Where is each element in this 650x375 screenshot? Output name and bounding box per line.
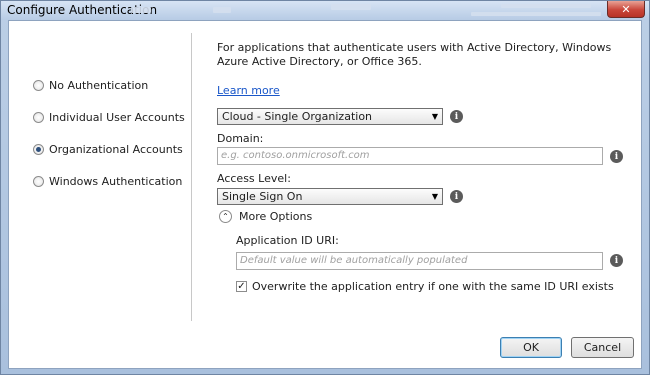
dropdown-value: Cloud - Single Organization [222, 110, 373, 123]
dropdown-arrow-icon: ▼ [431, 112, 438, 121]
info-icon[interactable]: i [450, 110, 463, 123]
close-icon: ✕ [621, 2, 631, 16]
radio-label: No Authentication [49, 79, 149, 92]
radio-windows-authentication[interactable]: Windows Authentication [33, 175, 182, 188]
domain-label: Domain: [217, 132, 264, 145]
background-blur [213, 7, 231, 13]
application-id-uri-input[interactable]: Default value will be automatically popu… [236, 252, 603, 270]
radio-label: Individual User Accounts [49, 111, 185, 124]
dropdown-arrow-icon: ▼ [431, 192, 438, 201]
checkmark-icon: ✓ [237, 280, 246, 292]
domain-input[interactable]: e.g. contoso.onmicrosoft.com [217, 147, 603, 165]
background-blur [331, 4, 371, 10]
title-bar[interactable]: Configure Authentication ✕ [1, 1, 649, 20]
ok-button[interactable]: OK [500, 337, 562, 358]
background-blur [131, 7, 151, 13]
access-level-label: Access Level: [217, 172, 291, 185]
cancel-button[interactable]: Cancel [571, 337, 634, 358]
learn-more-link[interactable]: Learn more [217, 84, 280, 97]
radio-label: Windows Authentication [49, 175, 183, 188]
description-text: For applications that authenticate users… [217, 41, 612, 68]
radio-organizational-accounts[interactable]: Organizational Accounts [33, 143, 183, 156]
radio-button[interactable] [33, 176, 44, 187]
dropdown-value: Single Sign On [222, 190, 303, 203]
radio-button[interactable] [33, 80, 44, 91]
radio-individual-user-accounts[interactable]: Individual User Accounts [33, 111, 185, 124]
close-button[interactable]: ✕ [607, 1, 645, 18]
radio-label: Organizational Accounts [49, 143, 183, 156]
dialog-window: Configure Authentication ✕ No Authentica… [0, 0, 650, 375]
info-icon[interactable]: i [610, 254, 623, 267]
background-blur [471, 12, 601, 16]
overwrite-label[interactable]: Overwrite the application entry if one w… [252, 280, 614, 293]
application-id-uri-label: Application ID URI: [236, 234, 339, 247]
auth-type-list: No Authentication Individual User Accoun… [9, 21, 189, 368]
radio-button-selected[interactable] [33, 144, 44, 155]
dialog-client-area: No Authentication Individual User Accoun… [8, 20, 642, 369]
organization-type-dropdown[interactable]: Cloud - Single Organization ▼ [217, 108, 443, 125]
access-level-dropdown[interactable]: Single Sign On ▼ [217, 188, 443, 205]
info-icon[interactable]: i [610, 150, 623, 163]
radio-button[interactable] [33, 112, 44, 123]
background-blur [501, 4, 591, 8]
radio-no-authentication[interactable]: No Authentication [33, 79, 148, 92]
collapse-chevron-icon[interactable]: ⌃ [219, 210, 232, 223]
more-options-toggle[interactable]: More Options [239, 210, 312, 223]
info-icon[interactable]: i [450, 190, 463, 203]
panel-divider [191, 33, 192, 321]
overwrite-checkbox[interactable]: ✓ [236, 281, 247, 292]
